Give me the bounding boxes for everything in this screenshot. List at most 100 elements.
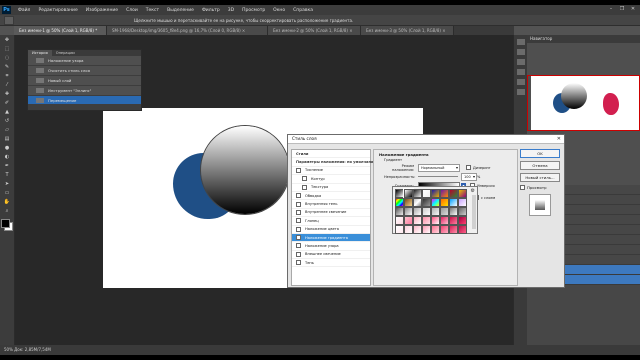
- crop-tool-icon[interactable]: ⌗: [2, 73, 12, 80]
- gradient-preset[interactable]: [440, 198, 449, 207]
- gradient-preset[interactable]: [395, 189, 404, 198]
- tab-history[interactable]: История: [28, 50, 52, 56]
- menu-image[interactable]: Изображение: [82, 8, 122, 13]
- close-icon[interactable]: ✕: [557, 135, 561, 143]
- gradient-preset[interactable]: [458, 225, 467, 234]
- style-item-bevel[interactable]: Тиснение: [292, 167, 370, 176]
- foreground-color-swatch[interactable]: [1, 219, 10, 228]
- style-item-gradient-overlay[interactable]: Наложение градиента: [292, 233, 370, 243]
- move-tool-icon[interactable]: ✥: [2, 37, 12, 44]
- character-panel-icon[interactable]: [516, 69, 525, 75]
- style-item-inner-shadow[interactable]: Внутренняя тень: [292, 200, 370, 209]
- gradient-preset[interactable]: [413, 189, 422, 198]
- menu-layers[interactable]: Слои: [122, 8, 142, 13]
- tab-document-2[interactable]: SM-1968/Desktop/img/3605_f8e4.png @ 16,7…: [107, 26, 268, 35]
- tab-document-4[interactable]: Без имени-3 @ 50% (Слой 1, RGB/8) ×: [361, 26, 454, 35]
- gradient-preset[interactable]: [458, 216, 467, 225]
- gradient-preset[interactable]: [440, 225, 449, 234]
- lasso-tool-icon[interactable]: ◌: [2, 55, 12, 62]
- gradient-circle-layer[interactable]: [201, 126, 289, 214]
- blending-options-item[interactable]: Параметры наложения: по умолчанию: [292, 158, 377, 167]
- gradient-preset[interactable]: [404, 225, 413, 234]
- tool-preset-icon[interactable]: [4, 15, 14, 25]
- menu-filter[interactable]: Фильтр: [198, 8, 224, 13]
- gradient-picker-scrollbar[interactable]: [472, 195, 476, 229]
- gradient-preset[interactable]: [458, 198, 467, 207]
- gradient-preset[interactable]: [413, 198, 422, 207]
- gradient-preset[interactable]: [431, 216, 440, 225]
- gradient-preset[interactable]: [422, 225, 431, 234]
- gradient-preset[interactable]: [422, 198, 431, 207]
- checkbox[interactable]: [296, 218, 301, 224]
- menu-3d[interactable]: 3D: [224, 8, 238, 13]
- pen-tool-icon[interactable]: ✒: [2, 163, 12, 170]
- healing-brush-icon[interactable]: ✚: [2, 91, 12, 98]
- blur-tool-icon[interactable]: ●: [2, 145, 12, 152]
- gradient-preset[interactable]: [449, 216, 458, 225]
- checkbox[interactable]: [296, 251, 301, 257]
- gradient-preset[interactable]: [458, 189, 467, 198]
- gradient-preset[interactable]: [395, 225, 404, 234]
- eraser-tool-icon[interactable]: ▱: [2, 127, 12, 134]
- checkbox[interactable]: [302, 184, 307, 190]
- style-item-contour[interactable]: Контур: [292, 175, 370, 184]
- gradient-preset[interactable]: [440, 216, 449, 225]
- gradient-preset[interactable]: [449, 207, 458, 216]
- stamp-tool-icon[interactable]: ▲: [2, 109, 12, 116]
- gradient-preset[interactable]: [413, 216, 422, 225]
- color-swatches[interactable]: [1, 219, 13, 231]
- gradient-preset[interactable]: [422, 207, 431, 216]
- tab-document-1[interactable]: Без имени-1 @ 50% (Слой 1, RGB/8) *: [14, 26, 107, 35]
- checkbox[interactable]: [296, 243, 301, 249]
- gradient-tool-icon[interactable]: ▤: [2, 136, 12, 143]
- history-item[interactable]: Наложение узора: [28, 56, 141, 66]
- style-item-color-overlay[interactable]: Наложение цвета: [292, 226, 370, 234]
- cancel-button[interactable]: Отмена: [520, 161, 560, 170]
- navigator-header[interactable]: Навигатор: [527, 35, 640, 43]
- gradient-preset[interactable]: [458, 207, 467, 216]
- hand-tool-icon[interactable]: ✋: [2, 199, 12, 206]
- shape-tool-icon[interactable]: ▭: [2, 190, 12, 197]
- minimize-button[interactable]: –: [607, 6, 615, 13]
- preview-checkbox[interactable]: [520, 185, 525, 190]
- style-item-outer-glow[interactable]: Внешнее свечение: [292, 251, 370, 260]
- gradient-preset[interactable]: [413, 225, 422, 234]
- menu-edit[interactable]: Редактирование: [34, 8, 81, 13]
- ok-button[interactable]: OK: [520, 149, 560, 158]
- gradient-preset[interactable]: [431, 207, 440, 216]
- gradient-preset[interactable]: [440, 207, 449, 216]
- gradient-preset[interactable]: [413, 207, 422, 216]
- menu-window[interactable]: Окно: [269, 8, 289, 13]
- menu-help[interactable]: Справка: [289, 8, 317, 13]
- properties-panel-icon[interactable]: [516, 89, 525, 95]
- paragraph-panel-icon[interactable]: [516, 79, 525, 85]
- gradient-preset[interactable]: [440, 189, 449, 198]
- gradient-preset[interactable]: [404, 198, 413, 207]
- checkbox[interactable]: [296, 201, 301, 207]
- style-item-drop-shadow[interactable]: Тень: [292, 259, 370, 268]
- history-item[interactable]: Новый слой: [28, 76, 141, 86]
- gradient-preset[interactable]: [422, 189, 431, 198]
- brush-panel-icon[interactable]: [516, 59, 525, 65]
- path-select-icon[interactable]: ➤: [2, 181, 12, 188]
- style-item-stroke[interactable]: Обводка: [292, 192, 370, 201]
- type-tool-icon[interactable]: T: [2, 172, 12, 179]
- dither-checkbox[interactable]: [466, 165, 471, 170]
- gradient-preset[interactable]: [403, 188, 414, 199]
- menu-select[interactable]: Выделение: [163, 8, 198, 13]
- style-item-satin[interactable]: Глянец: [292, 217, 370, 226]
- navigator-view-box[interactable]: [527, 75, 640, 131]
- zoom-tool-icon[interactable]: ⌕: [2, 208, 12, 215]
- gradient-preset[interactable]: [395, 207, 404, 216]
- blend-mode-select[interactable]: Нормальный: [418, 163, 460, 172]
- gradient-preset[interactable]: [395, 216, 404, 225]
- gradient-preset[interactable]: [404, 216, 413, 225]
- close-button[interactable]: ✕: [629, 6, 637, 13]
- gradient-preset[interactable]: [449, 198, 458, 207]
- gradient-preset[interactable]: [404, 207, 413, 216]
- checkbox[interactable]: [296, 167, 301, 173]
- style-item-inner-glow[interactable]: Внутреннее свечение: [292, 209, 370, 218]
- checkbox[interactable]: [296, 209, 301, 215]
- checkbox[interactable]: [296, 226, 301, 232]
- eyedropper-tool-icon[interactable]: ⁄: [2, 82, 12, 89]
